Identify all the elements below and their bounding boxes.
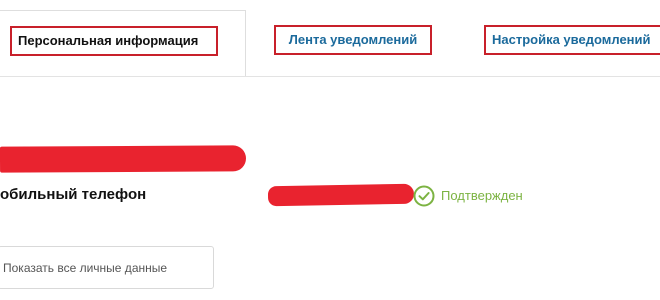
redacted-phone-number bbox=[267, 183, 415, 207]
profile-page: Персональная информация Лента уведомлени… bbox=[0, 0, 660, 300]
tab-notification-settings[interactable]: Настройка уведомлений bbox=[484, 25, 660, 55]
check-circle-icon bbox=[413, 185, 435, 207]
tab-personal-info[interactable]: Персональная информация bbox=[10, 26, 218, 56]
phone-status: Подтвержден bbox=[441, 188, 523, 203]
show-all-personal-data-button[interactable]: Показать все личные данные bbox=[0, 246, 214, 289]
redacted-name bbox=[0, 145, 247, 173]
tab-notifications-feed[interactable]: Лента уведомлений bbox=[274, 25, 432, 55]
tabs-divider bbox=[0, 76, 660, 77]
mobile-phone-label: обильный телефон bbox=[0, 186, 147, 203]
tabs-bar: Персональная информация Лента уведомлени… bbox=[0, 0, 660, 77]
